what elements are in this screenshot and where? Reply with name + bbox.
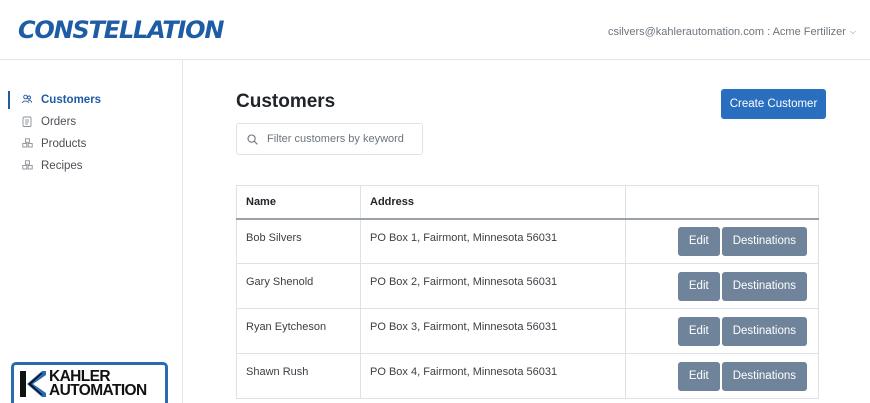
kahler-automation-logo: KAHLER AUTOMATION [11,362,168,403]
sidebar-item-label: Orders [41,116,77,128]
row-actions: Edit Destinations [625,263,819,309]
table-row: Ryan Eytcheson PO Box 3, Fairmont, Minne… [236,308,819,354]
sidebar-item-recipes[interactable]: Recipes [0,155,182,177]
row-actions: Edit Destinations [625,353,819,399]
edit-button[interactable]: Edit [677,316,720,346]
table-header-row: Name Address [236,185,819,220]
table-row: Bob Silvers PO Box 1, Fairmont, Minnesot… [236,218,819,264]
sidebar-nav: Customers Orders Products Recipes [0,89,182,177]
search-input[interactable] [267,133,417,145]
customer-address: PO Box 3, Fairmont, Minnesota 56031 [360,308,626,354]
search-box[interactable] [236,123,423,155]
customer-address: PO Box 1, Fairmont, Minnesota 56031 [360,218,626,264]
table-row: Shawn Rush PO Box 4, Fairmont, Minnesota… [236,353,819,399]
customers-table: Name Address Bob Silvers PO Box 1, Fairm… [236,185,819,399]
sidebar-item-label: Recipes [41,160,83,172]
edit-button[interactable]: Edit [677,226,720,256]
clipboard-icon [21,116,33,129]
destinations-button[interactable]: Destinations [721,271,807,301]
destinations-button[interactable]: Destinations [721,361,807,391]
destinations-button[interactable]: Destinations [721,226,807,256]
column-header-name: Name [236,185,361,220]
column-header-address: Address [360,185,626,220]
customer-address: PO Box 2, Fairmont, Minnesota 56031 [360,263,626,309]
boxes-icon [21,160,33,172]
logo-text: KAHLER AUTOMATION [49,369,147,399]
chevron-down-icon: ⌵ [849,27,856,36]
customer-name: Bob Silvers [236,218,361,264]
search-icon [247,133,258,145]
sidebar-item-customers[interactable]: Customers [0,89,182,111]
user-account-label: csilvers@kahlerautomation.com : Acme Fer… [607,26,846,38]
column-header-actions [625,185,819,220]
user-account-menu[interactable]: csilvers@kahlerautomation.com : Acme Fer… [608,26,856,38]
users-icon [21,94,33,106]
sidebar-item-products[interactable]: Products [0,133,182,155]
edit-button[interactable]: Edit [677,271,720,301]
row-actions: Edit Destinations [625,308,819,354]
sidebar-item-label: Products [41,138,87,150]
top-header: CONSTELLATION csilvers@kahlerautomation.… [0,0,870,60]
customer-name: Ryan Eytcheson [236,308,361,354]
row-actions: Edit Destinations [625,218,819,264]
table-row: Gary Shenold PO Box 2, Fairmont, Minneso… [236,263,819,309]
edit-button[interactable]: Edit [677,361,720,391]
brand-logo[interactable]: CONSTELLATION [18,14,224,46]
sidebar-item-label: Customers [41,94,102,106]
main-content: Customers Create Customer Name Address B… [183,60,870,403]
boxes-icon [21,138,33,150]
destinations-button[interactable]: Destinations [721,316,807,346]
create-customer-button[interactable]: Create Customer [721,89,826,119]
sidebar: Customers Orders Products Recipes KAHLER… [0,60,183,403]
customer-name: Shawn Rush [236,353,361,399]
page-title: Customers [236,91,336,112]
customer-name: Gary Shenold [236,263,361,309]
sidebar-item-orders[interactable]: Orders [0,111,182,133]
logo-line-2: AUTOMATION [49,382,147,399]
customer-address: PO Box 4, Fairmont, Minnesota 56031 [360,353,626,399]
kahler-k-mark-icon [20,371,46,397]
